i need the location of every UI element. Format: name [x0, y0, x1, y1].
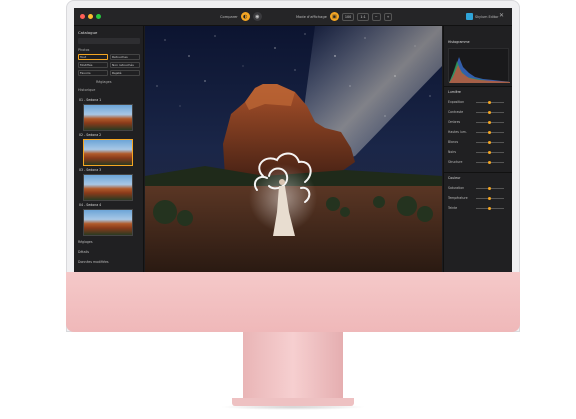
zoom-out-button[interactable]: −	[371, 12, 381, 21]
left-panel: Catalogue Photos Tout Retouches Modifiés…	[74, 26, 144, 272]
thumb-label: 04 - Sedona 4	[79, 203, 102, 207]
brand-label: Skylum Editor	[475, 14, 499, 19]
minimize-window-button[interactable]	[88, 14, 93, 19]
slider-label: Structure	[448, 160, 463, 164]
thumb-label: 02 - Sedona 2	[79, 133, 102, 137]
blacks-slider[interactable]	[476, 151, 504, 154]
app-window: Comparer ◐ ◉ Mode d'affichage ▣ 100 1:1 …	[74, 8, 512, 272]
thumbnail-4[interactable]	[83, 209, 133, 236]
section-photos[interactable]: Photos	[78, 48, 89, 52]
view-mode-icon[interactable]: ▣	[329, 12, 339, 21]
structure-slider[interactable]	[476, 161, 504, 164]
light-section-title: Lumière	[448, 90, 461, 94]
slider-label: Exposition	[448, 100, 465, 104]
footer-modified-data[interactable]: Données modifiées	[78, 260, 109, 264]
slider-knob[interactable]	[488, 151, 491, 154]
color-section-title: Couleur	[448, 176, 461, 180]
close-icon[interactable]: ✕	[499, 12, 504, 19]
shadows-slider[interactable]	[476, 121, 504, 124]
slider-knob[interactable]	[488, 101, 491, 104]
footer-details[interactable]: Détails	[78, 250, 89, 254]
slider-knob[interactable]	[488, 197, 491, 200]
filter-all[interactable]: Tout	[78, 54, 108, 60]
slider-label: Contraste	[448, 110, 464, 114]
exposure-slider[interactable]	[476, 101, 504, 104]
filter-unedited[interactable]: Non retouchés	[110, 62, 140, 68]
slider-label: Saturation	[448, 186, 465, 190]
imac-stand-base	[232, 398, 354, 406]
main-photo-canvas[interactable]	[145, 26, 442, 272]
contrast-slider[interactable]	[476, 111, 504, 114]
whites-slider[interactable]	[476, 141, 504, 144]
histogram	[448, 48, 510, 83]
thumbnail-2[interactable]	[83, 139, 133, 166]
thumb-label: 03 - Sedona 3	[79, 168, 102, 172]
zoom-in-button[interactable]: +	[383, 12, 393, 21]
zoom-window-button[interactable]	[96, 14, 101, 19]
view-mode-label: Mode d'affichage	[296, 14, 327, 19]
imac-chin	[66, 272, 520, 332]
histogram-title: Histogramme	[448, 40, 470, 44]
saturation-slider[interactable]	[476, 187, 504, 190]
window-controls	[80, 14, 101, 19]
eye-icon[interactable]: ◉	[252, 12, 262, 21]
slider-knob[interactable]	[488, 161, 491, 164]
divider	[444, 86, 512, 87]
tint-slider[interactable]	[476, 207, 504, 210]
sort-label[interactable]: Réglages	[96, 80, 111, 84]
slider-label: Température	[448, 196, 468, 200]
histogram-graph	[449, 57, 510, 83]
temperature-slider[interactable]	[476, 197, 504, 200]
compare-label: Comparer	[220, 14, 238, 19]
thumb-label: 01 - Sedona 1	[79, 98, 102, 102]
imac-mockup: Comparer ◐ ◉ Mode d'affichage ▣ 100 1:1 …	[0, 0, 576, 419]
close-window-button[interactable]	[80, 14, 85, 19]
imac-stand	[243, 332, 343, 400]
slider-knob[interactable]	[488, 111, 491, 114]
slider-label: Noirs	[448, 150, 456, 154]
filter-rejected[interactable]: Rejeté	[110, 70, 140, 76]
brand-area: Skylum Editor	[466, 13, 499, 20]
divider	[444, 172, 512, 173]
compare-circle-icon[interactable]: ◐	[240, 12, 250, 21]
footer-settings[interactable]: Réglages	[78, 240, 93, 244]
zoom-fit-button[interactable]: 1:1	[357, 12, 369, 21]
catalog-search-input[interactable]	[78, 38, 140, 44]
compare-control[interactable]: Comparer ◐ ◉	[220, 12, 262, 21]
filter-edited[interactable]: Retouches	[110, 54, 140, 60]
filter-favorites[interactable]: Favoris	[78, 70, 108, 76]
section-history[interactable]: Historique	[78, 88, 95, 92]
slider-knob[interactable]	[488, 207, 491, 210]
slider-label: Teinte	[448, 206, 458, 210]
thumbnail-3[interactable]	[83, 174, 133, 201]
catalog-title: Catalogue	[78, 30, 98, 35]
window-titlebar: Comparer ◐ ◉ Mode d'affichage ▣ 100 1:1 …	[74, 8, 512, 26]
right-panel: Histogramme Lumière Exposition Contraste…	[443, 26, 512, 272]
slider-knob[interactable]	[488, 187, 491, 190]
slider-label: Hautes lum.	[448, 130, 467, 134]
filter-modified[interactable]: Modifiés	[78, 62, 108, 68]
slider-knob[interactable]	[488, 121, 491, 124]
slider-knob[interactable]	[488, 131, 491, 134]
slider-label: Blancs	[448, 140, 459, 144]
view-mode-control: Mode d'affichage ▣ 100 1:1 − +	[296, 12, 393, 21]
night-sky-rock-photo	[145, 26, 442, 272]
zoom-100-button[interactable]: 100	[341, 12, 355, 21]
brand-logo-icon	[466, 13, 473, 20]
slider-label: Ombres	[448, 120, 461, 124]
slider-knob[interactable]	[488, 141, 491, 144]
highlights-slider[interactable]	[476, 131, 504, 134]
thumbnail-1[interactable]	[83, 104, 133, 131]
